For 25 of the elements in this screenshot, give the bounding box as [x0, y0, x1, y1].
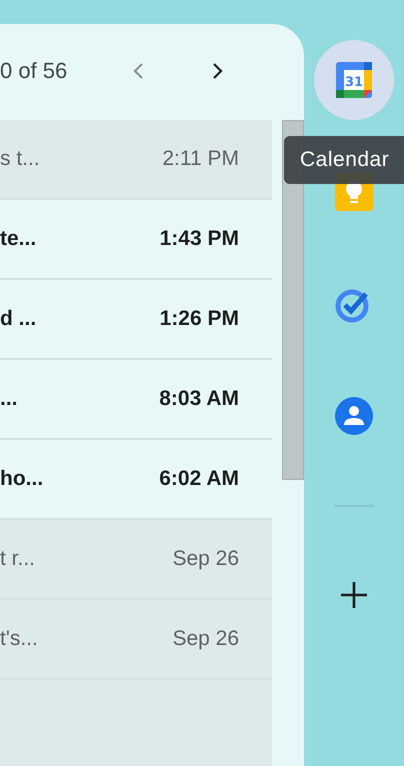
add-button[interactable] — [339, 580, 369, 610]
person-icon — [334, 396, 374, 436]
message-time: 2:11 PM — [162, 147, 239, 171]
message-snippet: d ... — [0, 307, 36, 331]
message-time: 1:43 PM — [160, 227, 239, 251]
message-row[interactable]: ho... 6:02 AM — [0, 440, 272, 520]
message-time: 6:02 AM — [159, 467, 239, 491]
message-time: Sep 26 — [172, 627, 239, 651]
message-snippet: te... — [0, 227, 36, 251]
plus-icon — [339, 580, 369, 610]
message-row[interactable]: ... 8:03 AM — [0, 360, 272, 440]
message-snippet: ... — [0, 387, 18, 411]
message-snippet: s t... — [0, 147, 40, 171]
app-button[interactable]: 31 — [314, 40, 394, 120]
message-snippet: t r... — [0, 547, 36, 571]
message-time: 1:26 PM — [160, 307, 239, 331]
message-time: Sep 26 — [172, 547, 239, 571]
message-time: 8:03 AM — [159, 387, 239, 411]
message-row[interactable]: d ... 1:26 PM — [0, 280, 272, 360]
message-row[interactable]: te... 1:43 PM — [0, 200, 272, 280]
page-range: 0 of 56 — [0, 58, 68, 84]
tooltip: Calendar — [284, 136, 404, 184]
message-snippet: t's... — [0, 627, 38, 651]
calendar-icon: 31 — [334, 60, 374, 100]
message-snippet: ho... — [0, 467, 44, 491]
